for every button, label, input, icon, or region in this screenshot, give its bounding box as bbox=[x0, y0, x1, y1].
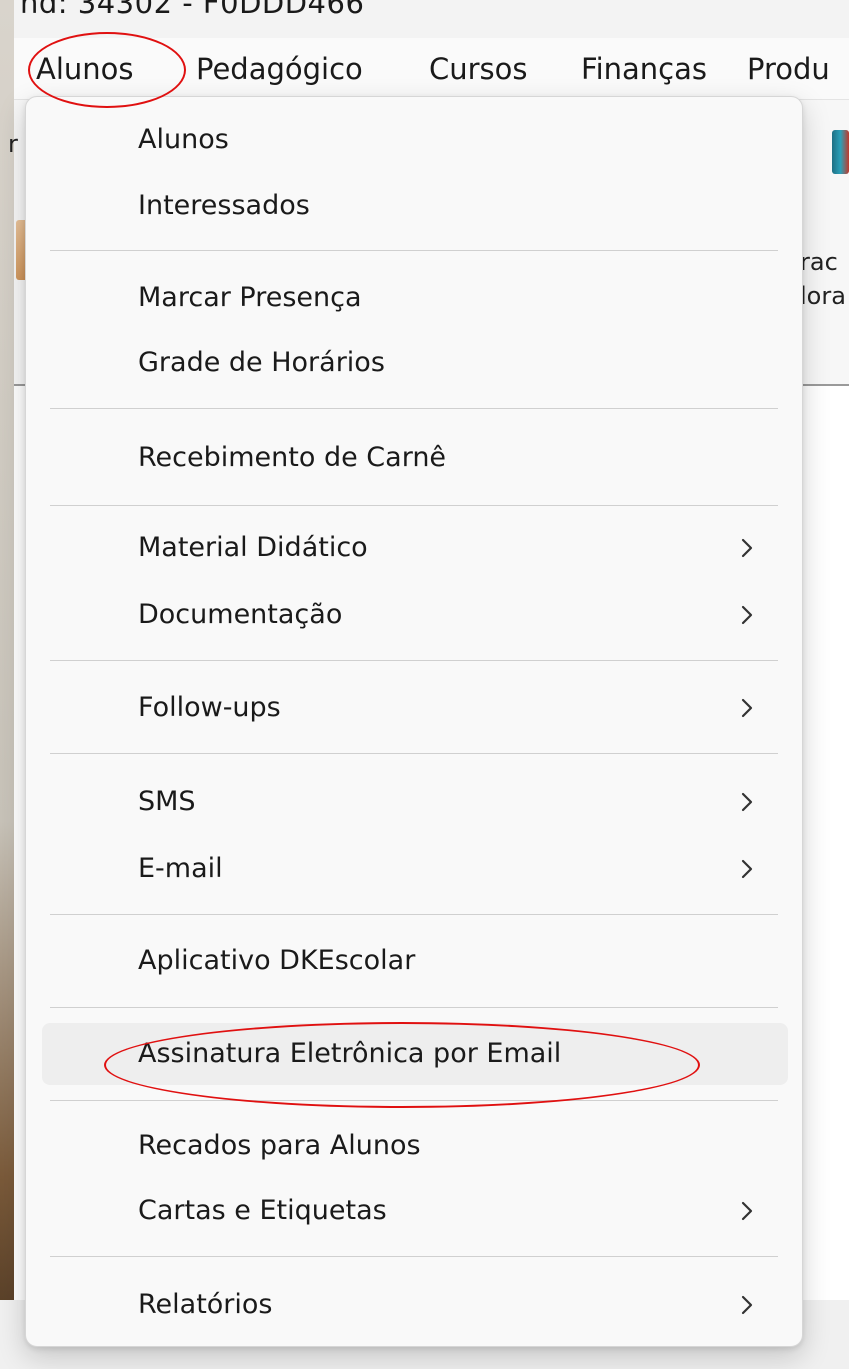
menu-item-label: SMS bbox=[138, 786, 196, 817]
menu-bar: Alunos Pedagógico Cursos Finanças Produ bbox=[14, 38, 849, 100]
menu-item-marcar-presenca[interactable]: Marcar Presença bbox=[42, 267, 788, 329]
menu-item-grade-de-horarios[interactable]: Grade de Horários bbox=[42, 332, 788, 394]
menu-item-follow-ups[interactable]: Follow-ups bbox=[42, 677, 788, 739]
menu-separator bbox=[50, 1256, 778, 1257]
menu-item-assinatura-eletronica[interactable]: Assinatura Eletrônica por Email bbox=[42, 1023, 788, 1085]
menu-item-label: Aplicativo DKEscolar bbox=[138, 945, 416, 976]
chevron-right-icon bbox=[735, 771, 759, 833]
menu-produtos[interactable]: Produ bbox=[743, 50, 834, 88]
menu-item-label: Material Didático bbox=[138, 532, 368, 563]
window-title: hd: 34302 - F0DDD466 bbox=[20, 0, 365, 20]
menu-item-label: Marcar Presença bbox=[138, 282, 362, 313]
menu-separator bbox=[50, 250, 778, 251]
chevron-right-icon bbox=[735, 1180, 759, 1242]
menu-separator bbox=[50, 660, 778, 661]
toolbar-fragment-left: r bbox=[8, 130, 18, 158]
menu-item-label: Recebimento de Carnê bbox=[138, 442, 447, 473]
title-bar: hd: 34302 - F0DDD466 bbox=[14, 0, 849, 38]
toolbar-fragment-right-2: lora bbox=[800, 282, 846, 310]
menu-item-interessados[interactable]: Interessados bbox=[42, 175, 788, 237]
menu-item-cartas-e-etiquetas[interactable]: Cartas e Etiquetas bbox=[42, 1180, 788, 1242]
menu-item-sms[interactable]: SMS bbox=[42, 771, 788, 833]
menu-item-label: Alunos bbox=[138, 124, 229, 155]
menu-cursos[interactable]: Cursos bbox=[425, 50, 532, 88]
menu-item-label: Interessados bbox=[138, 190, 310, 221]
menu-item-recebimento-de-carne[interactable]: Recebimento de Carnê bbox=[42, 427, 788, 489]
menu-item-material-didatico[interactable]: Material Didático bbox=[42, 517, 788, 579]
menu-item-alunos[interactable]: Alunos bbox=[42, 109, 788, 171]
menu-separator bbox=[50, 505, 778, 506]
menu-financas[interactable]: Finanças bbox=[577, 50, 711, 88]
menu-item-label: Assinatura Eletrônica por Email bbox=[138, 1038, 562, 1069]
menu-item-documentacao[interactable]: Documentação bbox=[42, 584, 788, 646]
menu-separator bbox=[50, 914, 778, 915]
chevron-right-icon bbox=[735, 584, 759, 646]
alunos-dropdown-menu: Alunos Interessados Marcar Presença Grad… bbox=[25, 96, 803, 1347]
menu-item-label: Follow-ups bbox=[138, 692, 281, 723]
menu-item-label: Cartas e Etiquetas bbox=[138, 1195, 387, 1226]
menu-separator bbox=[50, 1007, 778, 1008]
menu-item-aplicativo-dkescolar[interactable]: Aplicativo DKEscolar bbox=[42, 930, 788, 992]
menu-separator bbox=[50, 408, 778, 409]
chevron-right-icon bbox=[735, 677, 759, 739]
chevron-right-icon bbox=[735, 517, 759, 579]
menu-separator bbox=[50, 1100, 778, 1101]
menu-item-label: Relatórios bbox=[138, 1289, 273, 1320]
menu-item-e-mail[interactable]: E-mail bbox=[42, 838, 788, 900]
menu-alunos[interactable]: Alunos bbox=[32, 50, 138, 88]
chevron-right-icon bbox=[735, 1274, 759, 1336]
chevron-right-icon bbox=[735, 838, 759, 900]
book-icon[interactable] bbox=[832, 130, 849, 174]
desktop-background bbox=[0, 0, 14, 1369]
menu-item-relatorios[interactable]: Relatórios bbox=[42, 1274, 788, 1336]
menu-item-recados-para-alunos[interactable]: Recados para Alunos bbox=[42, 1115, 788, 1177]
menu-item-label: Grade de Horários bbox=[138, 347, 385, 378]
menu-pedagogico[interactable]: Pedagógico bbox=[192, 50, 367, 88]
menu-item-label: Documentação bbox=[138, 599, 343, 630]
menu-separator bbox=[50, 753, 778, 754]
menu-item-label: Recados para Alunos bbox=[138, 1130, 421, 1161]
toolbar-fragment-right-1: rac bbox=[800, 248, 838, 276]
menu-item-label: E-mail bbox=[138, 853, 223, 884]
